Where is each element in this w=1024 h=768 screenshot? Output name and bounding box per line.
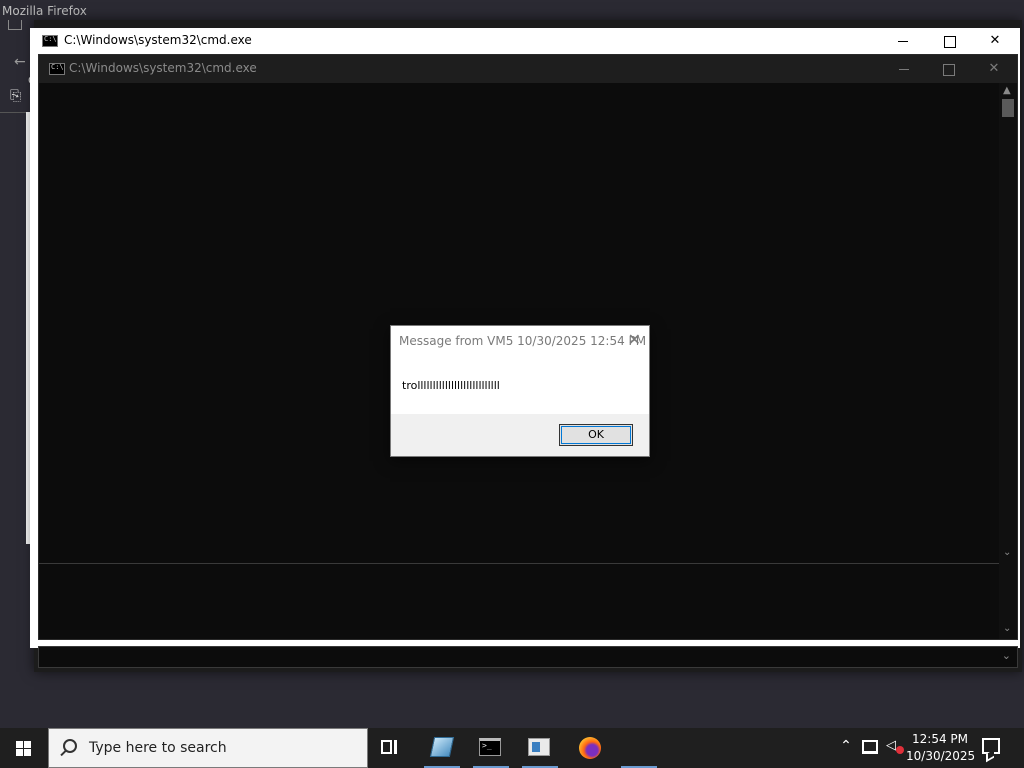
cmd-inner-app-icon [49, 63, 65, 75]
tab-icon[interactable] [8, 20, 22, 30]
minimize-button[interactable] [880, 28, 926, 54]
inner-close-button[interactable]: ✕ [971, 55, 1017, 83]
windows-logo-icon [24, 741, 31, 748]
search-icon [63, 739, 77, 753]
dialog-footer: OK [391, 414, 649, 456]
cmd-title: C:\Windows\system32\cmd.exe [64, 33, 252, 47]
tray-overflow-icon[interactable]: ⌃ [838, 738, 854, 754]
task-view-icon [381, 740, 397, 754]
cmd-inner-titlebar[interactable]: C:\Windows\system32\cmd.exe ✕ [39, 55, 1017, 83]
dialog-title: Message from VM5 10/30/2025 12:54 PM [399, 334, 647, 348]
firefox-icon [579, 737, 601, 759]
notification-center-icon[interactable] [982, 738, 1000, 754]
message-dialog[interactable]: Message from VM5 10/30/2025 12:54 PM ✕ t… [390, 325, 650, 457]
cmd-icon [479, 738, 501, 756]
taskbar-search-box[interactable]: Type here to search [48, 728, 368, 768]
taskbar-app-cmd[interactable] [471, 728, 511, 768]
close-button[interactable]: ✕ [972, 28, 1018, 54]
scroll-up-icon[interactable]: ▲ [1003, 85, 1011, 96]
volume-muted-icon[interactable]: ◁ [886, 738, 904, 756]
scroll-down-icon[interactable]: ⌄ [1003, 547, 1011, 558]
server-manager-icon [528, 738, 550, 756]
clock-date: 10/30/2025 [906, 749, 976, 763]
taskbar-app-server-manager[interactable] [520, 728, 560, 768]
cmd-titlebar[interactable]: C:\Windows\system32\cmd.exe ✕ [30, 28, 1020, 54]
taskbar-app-unknown[interactable] [619, 728, 659, 768]
ok-button[interactable]: OK [559, 424, 633, 446]
dialog-close-button[interactable]: ✕ [628, 330, 641, 349]
dialog-message: trolllllllllllllllllllllllllll [402, 379, 500, 392]
divider [0, 112, 28, 113]
task-view-button[interactable] [372, 728, 412, 768]
console-separator [39, 563, 999, 564]
sidebar-login-icon[interactable]: ⎘ [10, 88, 21, 104]
app-icon [429, 737, 455, 757]
cmd-inner-title: C:\Windows\system32\cmd.exe [69, 61, 257, 75]
scroll-thumb[interactable] [1002, 99, 1014, 117]
search-placeholder: Type here to search [89, 740, 227, 756]
taskbar-app-firefox[interactable] [570, 728, 610, 768]
scrollbar[interactable]: ▲ ⌄ ⌄ [999, 83, 1017, 639]
taskbar-app-explorer[interactable] [422, 728, 462, 768]
start-button[interactable] [0, 728, 48, 768]
firefox-title: Mozilla Firefox [2, 4, 87, 18]
scroll-down-icon-lower[interactable]: ⌄ [1003, 623, 1011, 634]
taskbar: Type here to search ⌃ ◁ 12:54 PM 10/30/2… [0, 728, 1024, 768]
inner-minimize-button[interactable] [881, 55, 927, 83]
chevron-down-icon[interactable]: ⌄ [1002, 649, 1011, 662]
speaker-glyph: ◁ [886, 738, 896, 753]
windows-logo-icon [24, 749, 31, 756]
mute-badge [896, 746, 904, 754]
maximize-button[interactable] [926, 28, 972, 54]
taskbar-clock[interactable]: 12:54 PM 10/30/2025 [906, 731, 976, 765]
cmd-back-window-bottom: ⌄ [38, 646, 1018, 668]
network-icon[interactable] [862, 740, 878, 754]
back-icon[interactable]: ← [14, 54, 26, 70]
windows-logo-icon [16, 749, 23, 756]
windows-logo-icon [16, 741, 23, 748]
cmd-app-icon [42, 35, 58, 47]
clock-time: 12:54 PM [912, 732, 968, 746]
inner-maximize-button[interactable] [925, 55, 971, 83]
